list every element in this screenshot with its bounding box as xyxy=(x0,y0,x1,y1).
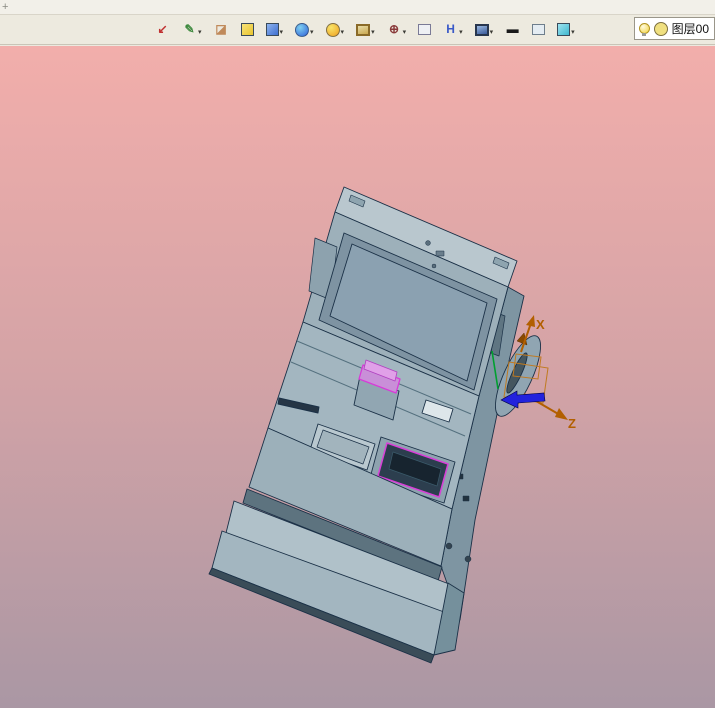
target-button[interactable]: ⊕ ▾ xyxy=(384,20,410,39)
dock-handle-icon[interactable]: + xyxy=(2,1,8,13)
dropdown-caret-icon[interactable]: ▾ xyxy=(198,24,202,36)
dropdown-caret-icon[interactable]: ▾ xyxy=(571,24,575,36)
z-axis-arrowhead xyxy=(555,408,568,420)
material-brush-button[interactable]: ✎ ▾ xyxy=(179,20,205,39)
display-button[interactable]: ▾ xyxy=(472,22,497,38)
window-button[interactable] xyxy=(415,22,434,37)
dropdown-caret-icon[interactable]: ▾ xyxy=(490,24,494,36)
h-beam-icon: H xyxy=(446,22,455,36)
exit-render-button[interactable]: ↙ xyxy=(152,20,173,39)
picture-button[interactable]: ▾ xyxy=(353,22,378,38)
layer-color-swatch[interactable] xyxy=(653,21,668,36)
line-icon: ▬ xyxy=(506,22,519,36)
display-icon xyxy=(474,23,489,36)
dropdown-caret-icon[interactable]: ▾ xyxy=(371,24,375,36)
viewport-canvas[interactable]: X Z xyxy=(0,46,715,708)
lightbulb-icon[interactable] xyxy=(638,23,650,36)
layer-name-label: 图层00 xyxy=(671,22,709,36)
z-axis-label: Z xyxy=(568,416,576,431)
kiosk-model[interactable] xyxy=(208,186,549,664)
cyan-box-icon xyxy=(557,23,571,36)
eraser-button[interactable]: ◪ xyxy=(211,20,232,39)
yellow-box-button[interactable] xyxy=(238,21,257,38)
exit-render-icon: ↙ xyxy=(157,22,168,36)
line-button[interactable]: ▬ xyxy=(502,20,523,39)
blue-box-button[interactable]: ▾ xyxy=(263,21,287,38)
dropdown-caret-icon[interactable]: ▾ xyxy=(341,24,345,36)
top-dock-strip: + xyxy=(0,0,715,15)
blue-sphere-icon xyxy=(295,22,310,37)
h-beam-button[interactable]: H ▾ xyxy=(440,20,466,39)
orange-sphere-button[interactable]: ▾ xyxy=(323,21,348,39)
plane-icon xyxy=(532,24,546,35)
cad-application-window: + ↙ ✎ ▾ ◪ ▾ ▾ ▾ ▾ ⊕ ▾ H ▾ ▾ ▬ ▾ 图层00 X Z xyxy=(0,0,715,708)
layer-panel[interactable]: 图层00 xyxy=(633,17,715,40)
blue-sphere-button[interactable]: ▾ xyxy=(292,21,317,39)
target-icon: ⊕ xyxy=(389,22,400,36)
viewport-3d[interactable]: X Z xyxy=(0,46,715,708)
main-toolbar-items: ↙ ✎ ▾ ◪ ▾ ▾ ▾ ▾ ⊕ ▾ H ▾ ▾ ▬ ▾ xyxy=(152,20,578,39)
yellow-box-icon xyxy=(240,23,254,36)
eraser-icon: ◪ xyxy=(215,22,227,36)
dropdown-caret-icon[interactable]: ▾ xyxy=(403,24,407,36)
window-icon xyxy=(418,24,432,35)
dropdown-caret-icon[interactable]: ▾ xyxy=(310,24,314,36)
orange-sphere-icon xyxy=(325,22,340,37)
plane-button[interactable] xyxy=(529,22,548,37)
dropdown-caret-icon[interactable]: ▾ xyxy=(459,24,463,36)
main-toolbar: ↙ ✎ ▾ ◪ ▾ ▾ ▾ ▾ ⊕ ▾ H ▾ ▾ ▬ ▾ 图层00 xyxy=(0,15,715,45)
material-brush-icon: ✎ xyxy=(184,22,195,36)
x-axis-label: X xyxy=(536,317,545,332)
cyan-box-button[interactable]: ▾ xyxy=(554,21,578,38)
dropdown-caret-icon[interactable]: ▾ xyxy=(280,24,284,36)
blue-box-icon xyxy=(265,23,279,36)
x-axis-arrowhead xyxy=(526,315,535,327)
picture-icon xyxy=(356,23,371,36)
